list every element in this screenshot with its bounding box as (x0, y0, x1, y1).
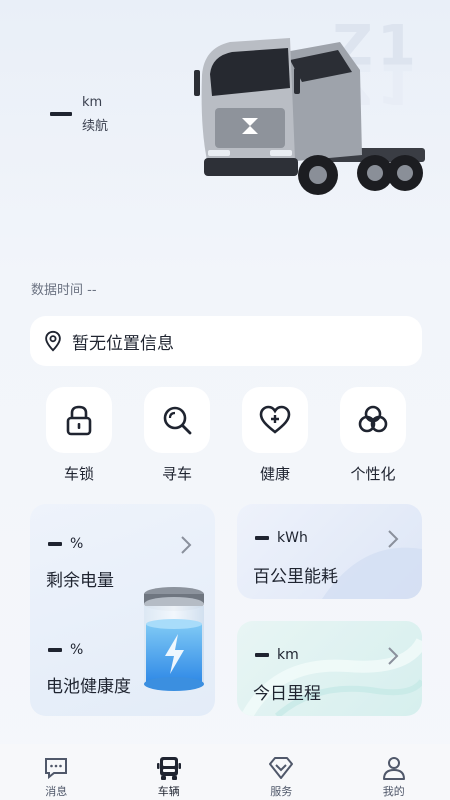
quick-action-lock-tile[interactable] (46, 387, 112, 453)
quick-action-lock-label: 车锁 (63, 465, 94, 483)
quick-action-health-tile[interactable] (242, 387, 308, 453)
energy-consumption-label: 百公里能耗 (253, 567, 338, 587)
bottom-tab-bar: 消息 车辆 服务 我的 (0, 744, 450, 800)
battery-health-unit: % (70, 642, 84, 658)
value-placeholder (48, 542, 62, 546)
tab-vehicle-label: 车辆 (157, 785, 180, 798)
value-placeholder (255, 536, 269, 540)
tab-messages-label: 消息 (45, 785, 68, 798)
heart-plus-icon (259, 405, 291, 434)
data-timestamp: 数据时间 -- (31, 283, 97, 298)
location-text: 暂无位置信息 (72, 333, 174, 354)
today-mileage-card[interactable]: km 今日里程 (237, 621, 422, 716)
truck-icon (156, 757, 181, 780)
quick-action-personalize-label: 个性化 (350, 465, 396, 483)
quick-action-find-car-tile[interactable] (144, 387, 210, 453)
location-pin-icon (45, 330, 61, 352)
lock-icon (66, 405, 92, 436)
vehicle-hero: Z1 Z1 km 续航 (0, 0, 450, 260)
energy-consumption-card[interactable]: kWh 百公里能耗 (237, 504, 422, 599)
search-icon (163, 406, 192, 435)
message-icon (45, 758, 68, 780)
circles-icon (358, 405, 388, 433)
battery-health-value: % (48, 642, 83, 658)
battery-remaining-value: % (48, 536, 83, 552)
battery-card[interactable]: % 剩余电量 % 电池健康度 (30, 504, 215, 716)
quick-action-health-label: 健康 (259, 465, 290, 483)
profile-icon (382, 757, 405, 780)
truck-image (194, 38, 425, 195)
chevron-right-icon[interactable] (387, 646, 399, 666)
battery-icon (144, 587, 204, 691)
value-placeholder (255, 653, 269, 657)
today-mileage-unit: km (277, 647, 299, 663)
tab-profile-label: 我的 (382, 785, 405, 798)
chevron-right-icon[interactable] (387, 529, 399, 549)
battery-remaining-label: 剩余电量 (46, 571, 114, 591)
quick-actions: 车锁 寻车 健康 个性化 (45, 387, 407, 487)
value-placeholder (48, 648, 62, 652)
quick-action-find-car-label: 寻车 (161, 465, 192, 483)
energy-consumption-value: kWh (255, 530, 308, 546)
energy-consumption-unit: kWh (277, 530, 308, 546)
quick-action-personalize-tile[interactable] (340, 387, 406, 453)
today-mileage-label: 今日里程 (253, 684, 321, 704)
today-mileage-value: km (255, 647, 299, 663)
battery-health-label: 电池健康度 (46, 677, 131, 697)
chevron-right-icon[interactable] (180, 535, 192, 555)
tab-vehicle[interactable]: 车辆 (113, 744, 226, 800)
quick-action-personalize[interactable]: 个性化 (339, 387, 407, 484)
location-bar[interactable]: 暂无位置信息 (30, 316, 422, 366)
battery-remaining-unit: % (70, 536, 84, 552)
quick-action-find-car[interactable]: 寻车 (143, 387, 211, 484)
quick-action-health[interactable]: 健康 (241, 387, 309, 484)
range-label: 续航 (82, 119, 109, 134)
diamond-icon (269, 757, 294, 779)
tab-messages[interactable]: 消息 (0, 744, 113, 800)
quick-action-lock[interactable]: 车锁 (45, 387, 113, 484)
tab-services[interactable]: 服务 (225, 744, 338, 800)
range-unit: km (82, 95, 103, 110)
tab-services-label: 服务 (270, 785, 293, 798)
range-value-placeholder (50, 112, 72, 116)
tab-profile[interactable]: 我的 (338, 744, 450, 800)
